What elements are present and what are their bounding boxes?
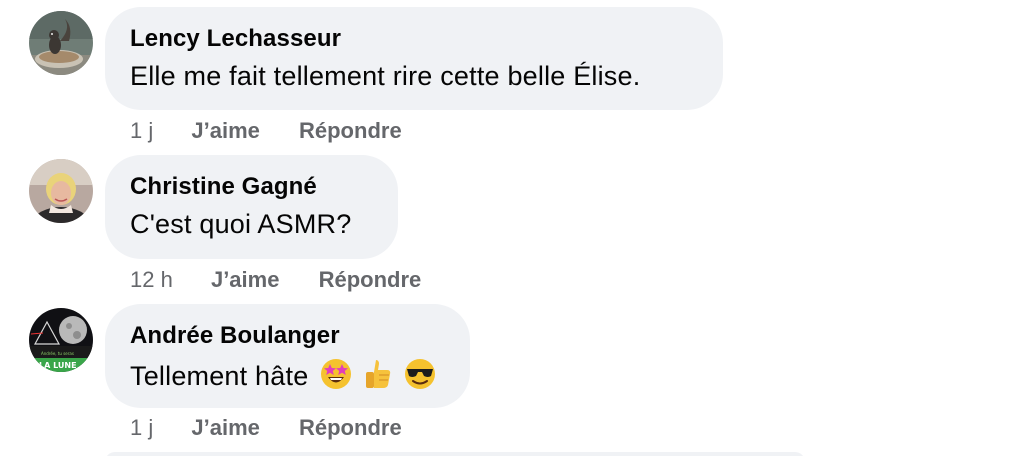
comment-thread: Lency Lechasseur Elle me fait tellement … bbox=[0, 0, 1016, 456]
like-button[interactable]: J’aime bbox=[191, 415, 260, 441]
avatar[interactable]: Andrée, tu seras LA LUNE bbox=[29, 308, 93, 372]
comment-timestamp[interactable]: 1 j bbox=[130, 415, 153, 441]
svg-text:Andrée, tu seras: Andrée, tu seras bbox=[41, 351, 74, 356]
svg-text:LA LUNE: LA LUNE bbox=[39, 361, 77, 370]
comment-actions: 1 j J’aime Répondre bbox=[130, 415, 402, 441]
comment-text: Elle me fait tellement rire cette belle … bbox=[130, 61, 641, 91]
avatar-photo-moon: Andrée, tu seras LA LUNE bbox=[29, 308, 93, 372]
comment-text: Tellement hâte bbox=[130, 361, 309, 391]
comment-bubble: Andrée Boulanger Tellement hâte bbox=[105, 304, 470, 408]
comment-bubble: Christine Gagné C'est quoi ASMR? bbox=[105, 155, 398, 259]
comment-text: C'est quoi ASMR? bbox=[130, 209, 352, 239]
next-comment-bubble-partial bbox=[105, 452, 805, 456]
reply-button[interactable]: Répondre bbox=[319, 267, 422, 293]
comment-text-row: Tellement hâte bbox=[130, 358, 436, 397]
avatar[interactable] bbox=[29, 159, 93, 223]
star-struck-emoji bbox=[320, 358, 352, 397]
comment-actions: 12 h J’aime Répondre bbox=[130, 267, 421, 293]
comment-author[interactable]: Lency Lechasseur bbox=[130, 25, 341, 53]
comment-actions: 1 j J’aime Répondre bbox=[130, 118, 402, 144]
sunglasses-emoji bbox=[404, 358, 436, 397]
comment-timestamp[interactable]: 1 j bbox=[130, 118, 153, 144]
comment-timestamp[interactable]: 12 h bbox=[130, 267, 173, 293]
like-button[interactable]: J’aime bbox=[211, 267, 280, 293]
avatar-photo-squirrel bbox=[29, 11, 93, 75]
thumbs-up-emoji bbox=[364, 358, 392, 397]
reply-button[interactable]: Répondre bbox=[299, 118, 402, 144]
like-button[interactable]: J’aime bbox=[191, 118, 260, 144]
avatar[interactable] bbox=[29, 11, 93, 75]
avatar-photo-woman bbox=[29, 159, 93, 223]
comment-author[interactable]: Christine Gagné bbox=[130, 173, 317, 201]
reply-button[interactable]: Répondre bbox=[299, 415, 402, 441]
comment-bubble: Lency Lechasseur Elle me fait tellement … bbox=[105, 7, 723, 110]
comment-author[interactable]: Andrée Boulanger bbox=[130, 322, 340, 350]
